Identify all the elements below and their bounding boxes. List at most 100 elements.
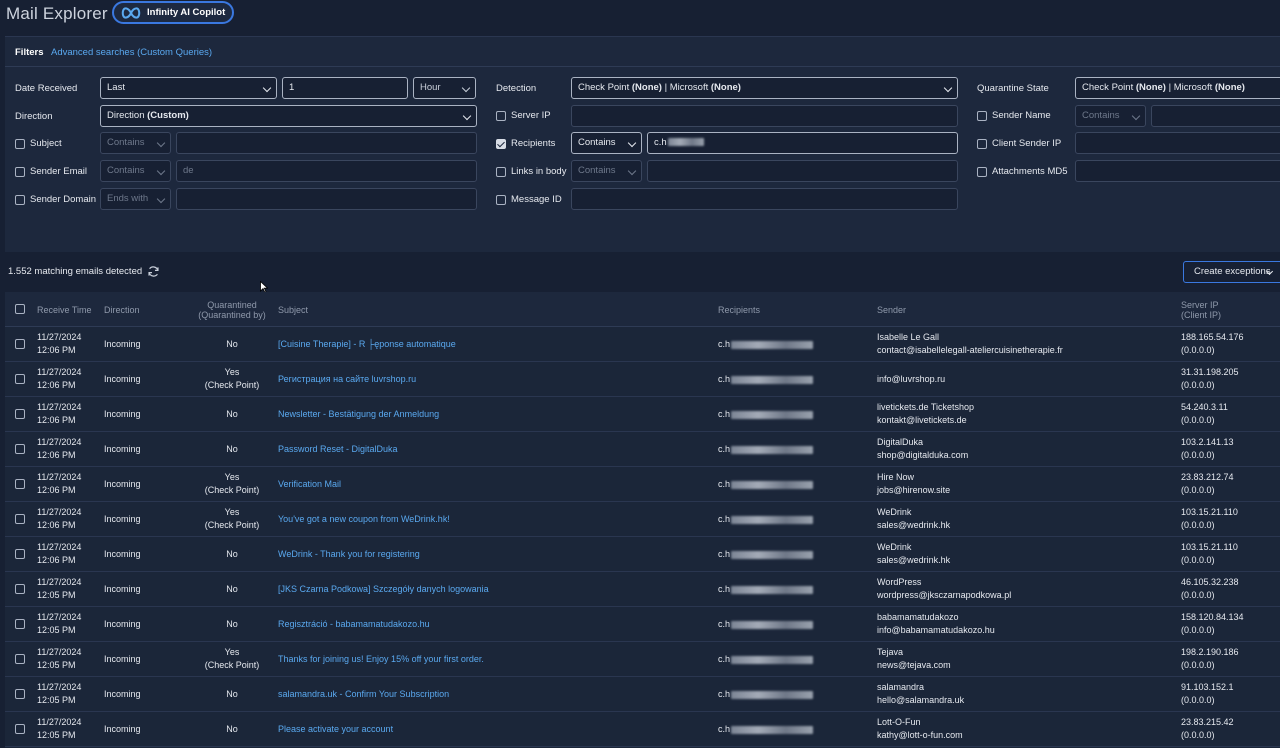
- col-sender[interactable]: Sender: [877, 305, 906, 315]
- table-row[interactable]: 11/27/2024 12:05 PM Incoming No Please activ…: [5, 712, 1280, 747]
- row-checkbox[interactable]: [15, 549, 25, 559]
- table-row[interactable]: 11/27/2024 12:05 PM Incoming No salamandra.u…: [5, 677, 1280, 712]
- row-time: 12:06 PM: [37, 345, 76, 355]
- row-subject-link[interactable]: WeDrink - Thank you for registering: [278, 548, 420, 561]
- row-subject-link[interactable]: Регистрация на сайте luvrshop.ru: [278, 373, 416, 386]
- row-checkbox[interactable]: [15, 444, 25, 454]
- recipients-op-select[interactable]: Contains: [571, 132, 642, 154]
- table-row[interactable]: 11/27/2024 12:05 PM Incoming Yes (Check Poin…: [5, 642, 1280, 677]
- row-client-ip: (0.0.0.0): [1181, 450, 1215, 460]
- table-row[interactable]: 11/27/2024 12:06 PM Incoming No Newsletter -…: [5, 397, 1280, 432]
- table-row[interactable]: 11/27/2024 12:06 PM Incoming Yes (Check Poin…: [5, 362, 1280, 397]
- sender-name-checkbox[interactable]: [977, 111, 987, 121]
- row-checkbox[interactable]: [15, 724, 25, 734]
- col-quarantined[interactable]: Quarantined: [197, 300, 267, 310]
- select-all-checkbox[interactable]: [15, 304, 25, 314]
- subject-input[interactable]: [176, 132, 477, 154]
- server-ip-checkbox[interactable]: [496, 111, 506, 121]
- subject-checkbox[interactable]: [15, 139, 25, 149]
- row-recipient-text: c.h: [718, 514, 731, 524]
- sender-email-input[interactable]: de: [176, 160, 477, 182]
- row-subject-link[interactable]: salamandra.uk - Confirm Your Subscriptio…: [278, 688, 449, 701]
- advanced-searches-link[interactable]: Advanced searches (Custom Queries): [51, 47, 212, 58]
- col-receive-time[interactable]: Receive Time: [37, 305, 92, 315]
- sender-name-op-select[interactable]: Contains: [1075, 105, 1146, 127]
- row-checkbox[interactable]: [15, 584, 25, 594]
- row-checkbox[interactable]: [15, 374, 25, 384]
- table-row[interactable]: 11/27/2024 12:06 PM Incoming Yes (Check Poin…: [5, 502, 1280, 537]
- filters-title: Filters: [15, 47, 44, 58]
- col-recipients[interactable]: Recipients: [718, 305, 760, 315]
- server-ip-input[interactable]: [571, 105, 958, 127]
- row-recipient-text: c.h: [718, 584, 731, 594]
- row-checkbox[interactable]: [15, 514, 25, 524]
- row-recipient: c.h: [718, 443, 814, 456]
- row-checkbox[interactable]: [15, 689, 25, 699]
- date-value-input[interactable]: 1: [282, 77, 408, 99]
- redacted-text: [731, 655, 814, 664]
- row-quarantined: Yes: [224, 472, 240, 482]
- col-subject[interactable]: Subject: [278, 305, 308, 315]
- date-unit-select[interactable]: Hour: [413, 77, 476, 99]
- chevron-down-icon: [156, 138, 166, 148]
- sender-email-op-select[interactable]: Contains: [100, 160, 171, 182]
- row-subject-link[interactable]: [Cuisine Therapie] - R ├ęponse automatiq…: [278, 338, 456, 351]
- direction-select[interactable]: Direction (Custom): [100, 105, 477, 127]
- attachments-md5-input[interactable]: [1075, 160, 1280, 182]
- infinity-icon: [121, 6, 141, 19]
- row-direction: Incoming: [104, 549, 141, 559]
- sender-domain-op-select[interactable]: Ends with: [100, 188, 171, 210]
- row-subject-link[interactable]: Regisztráció - babamamatudakozo.hu: [278, 618, 430, 631]
- row-subject-link[interactable]: Please activate your account: [278, 723, 393, 736]
- col-direction[interactable]: Direction: [104, 305, 140, 315]
- subject-op-value: Contains: [107, 137, 145, 148]
- results-count: 1.552 matching emails detected: [8, 266, 143, 277]
- create-exceptions-button[interactable]: Create exceptions: [1183, 261, 1280, 283]
- row-time: 12:05 PM: [37, 625, 76, 635]
- message-id-checkbox[interactable]: [496, 195, 506, 205]
- refresh-icon[interactable]: [147, 265, 160, 278]
- table-row[interactable]: 11/27/2024 12:05 PM Incoming No Regisztráció…: [5, 607, 1280, 642]
- quarantine-state-select[interactable]: Check Point (None) | Microsoft (None): [1075, 77, 1280, 99]
- col-server-ip[interactable]: Server IP: [1181, 300, 1219, 310]
- row-checkbox[interactable]: [15, 619, 25, 629]
- table-row[interactable]: 11/27/2024 12:05 PM Incoming No [JKS Czarna …: [5, 572, 1280, 607]
- row-subject-link[interactable]: Newsletter - Bestätigung der Anmeldung: [278, 408, 439, 421]
- row-subject-link[interactable]: Password Reset - DigitalDuka: [278, 443, 398, 456]
- row-sender-name: DigitalDuka: [877, 437, 924, 447]
- row-time: 12:05 PM: [37, 590, 76, 600]
- row-subject-link[interactable]: [JKS Czarna Podkowa] Szczegóły danych lo…: [278, 583, 489, 596]
- row-recipient: c.h: [718, 373, 814, 386]
- row-date: 11/27/2024: [37, 402, 82, 412]
- table-row[interactable]: 11/27/2024 12:06 PM Incoming Yes (Check Poin…: [5, 467, 1280, 502]
- row-client-ip: (0.0.0.0): [1181, 730, 1215, 740]
- date-mode-select[interactable]: Last: [100, 77, 277, 99]
- sender-domain-input[interactable]: [176, 188, 477, 210]
- subject-op-select[interactable]: Contains: [100, 132, 171, 154]
- row-checkbox[interactable]: [15, 654, 25, 664]
- table-row[interactable]: 11/27/2024 12:06 PM Incoming No [Cuisine The…: [5, 327, 1280, 362]
- recipients-input[interactable]: c.h: [647, 132, 958, 154]
- detection-select[interactable]: Check Point (None) | Microsoft (None): [571, 77, 958, 99]
- attachments-md5-checkbox[interactable]: [977, 167, 987, 177]
- client-sender-ip-checkbox[interactable]: [977, 139, 987, 149]
- message-id-input[interactable]: [571, 188, 958, 210]
- row-checkbox[interactable]: [15, 339, 25, 349]
- row-subject-link[interactable]: You've got a new coupon from WeDrink.hk!: [278, 513, 450, 526]
- client-sender-ip-input[interactable]: [1075, 132, 1280, 154]
- row-checkbox[interactable]: [15, 409, 25, 419]
- row-checkbox[interactable]: [15, 479, 25, 489]
- row-time: 12:06 PM: [37, 520, 76, 530]
- row-subject-link[interactable]: Thanks for joining us! Enjoy 15% off you…: [278, 653, 484, 666]
- table-row[interactable]: 11/27/2024 12:06 PM Incoming No WeDrink - Th…: [5, 537, 1280, 572]
- sender-name-input[interactable]: [1151, 105, 1280, 127]
- links-in-body-checkbox[interactable]: [496, 167, 506, 177]
- links-input[interactable]: [647, 160, 958, 182]
- copilot-button[interactable]: Infinity AI Copilot: [112, 1, 234, 24]
- table-row[interactable]: 11/27/2024 12:06 PM Incoming No Password Res…: [5, 432, 1280, 467]
- row-subject-link[interactable]: Verification Mail: [278, 478, 341, 491]
- recipients-checkbox[interactable]: [496, 139, 506, 149]
- sender-domain-checkbox[interactable]: [15, 195, 25, 205]
- sender-email-checkbox[interactable]: [15, 167, 25, 177]
- links-op-select[interactable]: Contains: [571, 160, 642, 182]
